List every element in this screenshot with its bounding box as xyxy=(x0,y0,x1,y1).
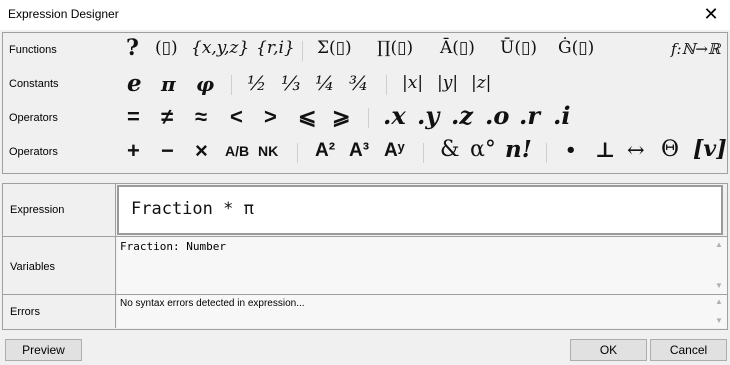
and-symbol[interactable]: & xyxy=(440,139,460,161)
variables-text: Fraction: Number xyxy=(120,240,226,253)
dot-i-symbol[interactable]: .i xyxy=(553,104,570,128)
minus-symbol[interactable]: − xyxy=(161,140,174,162)
three-quarters-symbol[interactable]: ¾ xyxy=(349,73,368,93)
row-label-constants: Constants xyxy=(9,78,59,90)
phi-symbol[interactable]: φ xyxy=(196,74,214,94)
dot-r-symbol[interactable]: .r xyxy=(519,104,540,128)
mean-u-symbol[interactable]: Ū(▯) xyxy=(500,40,537,57)
query-symbol[interactable]: ? xyxy=(126,37,139,59)
variables-scrollbar[interactable]: ▲ ▼ xyxy=(711,237,727,294)
close-icon[interactable]: ✕ xyxy=(700,4,722,24)
dot-o-symbol[interactable]: .o xyxy=(485,104,509,128)
variables-label: Variables xyxy=(10,261,56,273)
greater-equal-symbol[interactable]: ⩾ xyxy=(332,106,350,128)
separator xyxy=(297,143,298,163)
sum-symbol[interactable]: Σ(▯) xyxy=(317,40,352,57)
separator xyxy=(231,75,232,95)
times-symbol[interactable]: × xyxy=(195,140,208,162)
half-symbol[interactable]: ½ xyxy=(247,73,266,93)
pi-symbol[interactable]: π xyxy=(161,74,176,94)
variables-area[interactable]: Fraction: Number ▲ ▼ xyxy=(117,237,727,294)
row-label-functions: Functions xyxy=(9,44,57,56)
symbol-palette: Functions Constants Operators Operators … xyxy=(2,32,728,174)
separator xyxy=(302,41,303,61)
map-symbol[interactable]: f:ℕ→ℝ xyxy=(671,42,720,57)
expression-label: Expression xyxy=(10,204,65,216)
dot-product-symbol[interactable]: • xyxy=(565,142,577,160)
scroll-down-icon[interactable]: ▼ xyxy=(711,314,727,328)
preview-button[interactable]: Preview xyxy=(5,339,82,361)
plus-symbol[interactable]: + xyxy=(127,140,140,162)
separator xyxy=(368,108,369,128)
errors-area: No syntax errors detected in expression.… xyxy=(117,295,727,328)
degree-symbol[interactable]: α° xyxy=(470,139,496,161)
ok-button[interactable]: OK xyxy=(570,339,647,361)
cancel-button[interactable]: Cancel xyxy=(650,339,727,361)
separator xyxy=(423,143,424,163)
dot-z-symbol[interactable]: .z xyxy=(451,104,473,128)
power-symbol[interactable]: Aʸ xyxy=(384,141,405,160)
third-symbol[interactable]: ⅓ xyxy=(281,73,300,93)
equals-symbol[interactable]: = xyxy=(127,106,140,128)
scroll-down-icon[interactable]: ▼ xyxy=(711,279,727,293)
theta-symbol[interactable]: Θ xyxy=(661,139,679,161)
abs-z-symbol[interactable]: |z| xyxy=(471,75,491,92)
vector-symbol[interactable]: [v] xyxy=(693,138,727,160)
divide-symbol[interactable]: A/B xyxy=(225,144,249,158)
expression-grid: Expression Fraction * π Variables Fracti… xyxy=(2,183,728,330)
product-symbol[interactable]: ∏(▯) xyxy=(377,40,413,57)
less-equal-symbol[interactable]: ⩽ xyxy=(298,106,316,128)
bidirectional-arrow-symbol[interactable]: ↔ xyxy=(627,140,645,161)
less-than-symbol[interactable]: < xyxy=(230,106,243,128)
abs-y-symbol[interactable]: |y| xyxy=(437,75,458,92)
set-ri-symbol[interactable]: {r,i} xyxy=(256,40,295,57)
scroll-up-icon[interactable]: ▲ xyxy=(711,238,727,252)
perpendicular-symbol[interactable]: ⊥ xyxy=(595,139,615,160)
dot-y-symbol[interactable]: .y xyxy=(417,104,439,128)
cube-symbol[interactable]: A³ xyxy=(349,141,369,160)
window-title: Expression Designer xyxy=(8,7,119,21)
choose-symbol[interactable]: NK xyxy=(258,144,278,158)
mean-symbol[interactable]: Ā(▯) xyxy=(440,40,475,57)
expression-label-cell: Expression xyxy=(3,184,116,236)
not-equal-symbol[interactable]: ≠ xyxy=(161,106,173,128)
variables-label-cell: Variables xyxy=(3,237,116,294)
row-label-operators-2: Operators xyxy=(9,146,58,158)
dot-x-symbol[interactable]: .x xyxy=(383,104,406,128)
expression-input[interactable]: Fraction * π xyxy=(117,185,723,235)
factorial-symbol[interactable]: n! xyxy=(505,138,532,161)
errors-scrollbar[interactable]: ▲ ▼ xyxy=(711,295,727,328)
errors-text: No syntax errors detected in expression.… xyxy=(120,298,305,309)
paren-symbol[interactable]: (▯) xyxy=(155,40,178,57)
g-dot-symbol[interactable]: Ġ(▯) xyxy=(558,40,594,57)
set-xyz-symbol[interactable]: {x,y,z} xyxy=(191,40,249,57)
errors-label-cell: Errors xyxy=(3,295,116,328)
square-symbol[interactable]: A² xyxy=(315,141,335,160)
e-symbol[interactable]: e xyxy=(127,72,142,95)
abs-x-symbol[interactable]: |x| xyxy=(402,75,423,92)
approx-symbol[interactable]: ≈ xyxy=(195,106,207,128)
row-label-operators: Operators xyxy=(9,112,58,124)
separator xyxy=(546,143,547,163)
scroll-up-icon[interactable]: ▲ xyxy=(711,295,727,309)
greater-than-symbol[interactable]: > xyxy=(264,106,277,128)
title-bar: Expression Designer ✕ xyxy=(0,0,730,30)
quarter-symbol[interactable]: ¼ xyxy=(315,73,334,93)
separator xyxy=(386,75,387,95)
expression-text[interactable]: Fraction * π xyxy=(131,199,254,219)
errors-label: Errors xyxy=(10,306,40,318)
